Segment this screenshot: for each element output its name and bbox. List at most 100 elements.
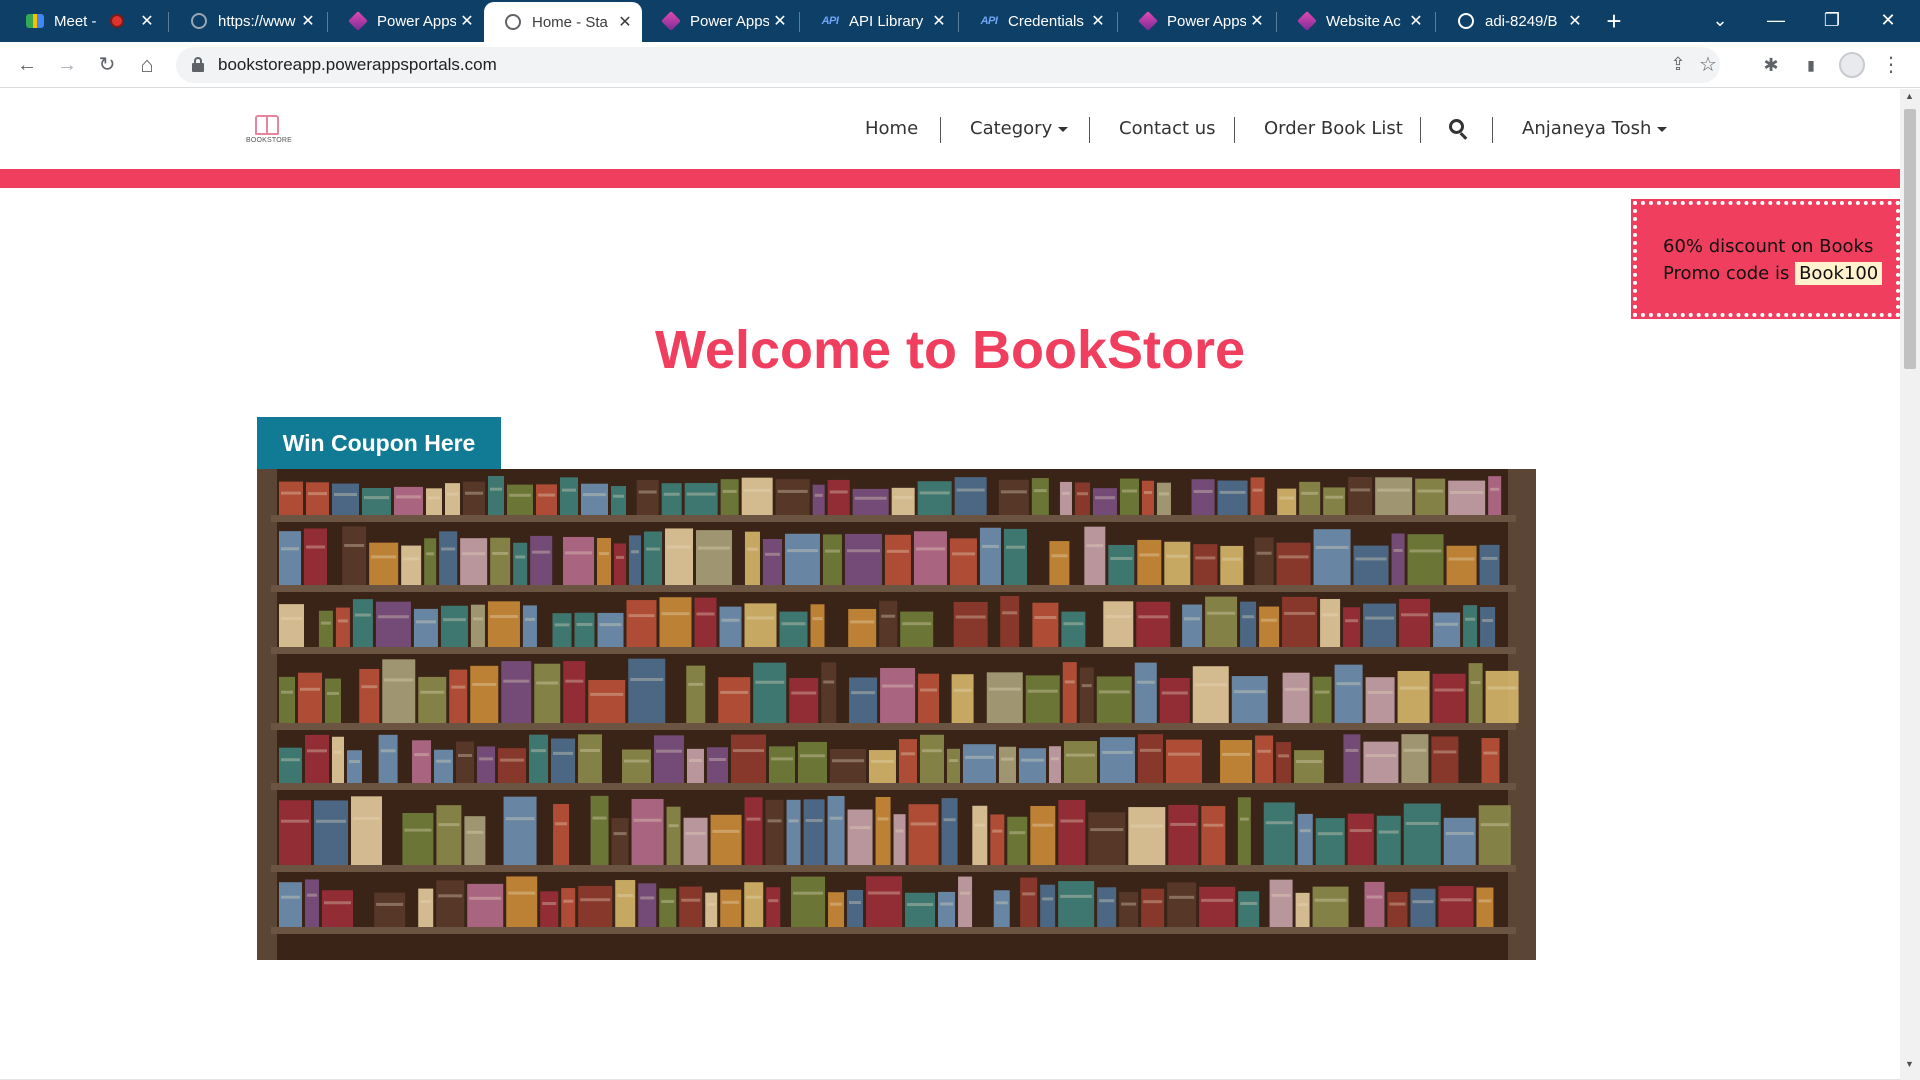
scroll-thumb[interactable] — [1904, 109, 1916, 369]
tab-meet[interactable]: Meet - ✕ — [6, 6, 164, 36]
caret-down-icon — [1058, 126, 1069, 132]
nav-category[interactable]: Category — [970, 113, 1069, 145]
nav-category-label: Category — [970, 118, 1053, 139]
tab-title: Meet - — [54, 12, 97, 30]
tab-separator — [1117, 12, 1118, 32]
close-icon[interactable]: ✕ — [1246, 11, 1268, 31]
page-scrollbar[interactable]: ▲ ▼ — [1900, 89, 1920, 1080]
nav-order-book-list[interactable]: Order Book List — [1264, 113, 1403, 145]
power-apps-icon — [1297, 11, 1317, 31]
close-icon[interactable]: ✕ — [456, 11, 478, 31]
main-nav: Home Category Contact us Order Book List… — [0, 113, 1900, 145]
welcome-heading: Welcome to BookStore — [654, 320, 1246, 380]
github-icon — [1457, 12, 1475, 30]
google-meet-icon — [26, 12, 44, 30]
tab-title: Power Apps — [377, 12, 456, 30]
power-apps-icon — [348, 11, 368, 31]
back-button[interactable]: ← — [12, 50, 42, 80]
tab-separator — [327, 12, 328, 32]
lock-icon[interactable] — [192, 57, 204, 72]
nav-user-menu[interactable]: Anjaneya Tosh — [1522, 113, 1668, 145]
home-button[interactable]: ⌂ — [132, 50, 162, 80]
promo-line-2: Promo code is Book100 — [1663, 260, 1896, 287]
search-icon[interactable] — [1449, 119, 1469, 140]
profile-avatar[interactable] — [1839, 52, 1865, 78]
globe-icon — [504, 13, 522, 31]
scroll-down-arrow-icon[interactable]: ▼ — [1905, 1059, 1914, 1069]
address-bar[interactable]: bookstoreapp.powerappsportals.com ⇪ ☆ — [176, 47, 1720, 83]
side-panel-icon[interactable]: ▮ — [1796, 50, 1826, 80]
tab-title: https://www — [218, 12, 296, 30]
tab-power-apps-1[interactable]: Power Apps ✕ — [329, 6, 484, 36]
promo-code: Book100 — [1795, 262, 1883, 285]
api-icon: API — [980, 15, 998, 27]
tab-title: API Library — [849, 12, 924, 30]
url-text[interactable]: bookstoreapp.powerappsportals.com — [218, 55, 497, 75]
close-icon[interactable]: ✕ — [1087, 11, 1109, 31]
site-header: BOOKSTORE Home Category Contact us Order… — [0, 89, 1900, 169]
close-icon[interactable]: ✕ — [769, 11, 791, 31]
close-icon[interactable]: ✕ — [297, 11, 319, 31]
nav-divider — [940, 117, 941, 143]
promo-label: Promo code is — [1663, 263, 1790, 284]
minimize-button[interactable]: — — [1748, 0, 1804, 40]
bookshelf-illustration — [257, 469, 1536, 960]
header-accent-band — [0, 169, 1900, 188]
nav-divider — [1420, 117, 1421, 143]
tab-power-apps-3[interactable]: Power Apps ✕ — [1119, 6, 1274, 36]
tab-separator — [1435, 12, 1436, 32]
tab-title: Power Apps — [1167, 12, 1246, 30]
window-close-button[interactable]: ✕ — [1860, 0, 1916, 40]
power-apps-icon — [661, 11, 681, 31]
nav-divider — [1492, 117, 1493, 143]
tab-separator — [1276, 12, 1277, 32]
nav-divider — [1089, 117, 1090, 143]
tab-title: Home - Sta — [532, 13, 608, 31]
tab-separator — [799, 12, 800, 32]
tab-search-button[interactable]: ⌄ — [1692, 0, 1748, 40]
new-tab-button[interactable]: + — [1598, 6, 1630, 36]
globe-icon — [190, 12, 208, 30]
tab-github[interactable]: adi-8249/B ✕ — [1437, 6, 1592, 36]
tab-title: Website Ac — [1326, 12, 1401, 30]
tab-api-library[interactable]: API API Library ✕ — [801, 6, 956, 36]
nav-divider — [1234, 117, 1235, 143]
tab-title: Power Apps — [690, 12, 769, 30]
browser-toolbar: ← → ↻ ⌂ bookstoreapp.powerappsportals.co… — [0, 42, 1920, 88]
close-icon[interactable]: ✕ — [136, 11, 158, 31]
extensions-icon[interactable]: ✱ — [1756, 50, 1786, 80]
win-coupon-button[interactable]: Win Coupon Here — [257, 417, 501, 469]
recording-icon — [110, 14, 124, 28]
tab-https[interactable]: https://www ✕ — [170, 6, 325, 36]
tab-title: adi-8249/B — [1485, 12, 1558, 30]
reload-button[interactable]: ↻ — [92, 50, 122, 80]
restore-button[interactable]: ❐ — [1804, 0, 1860, 40]
nav-contact[interactable]: Contact us — [1119, 113, 1216, 145]
forward-button[interactable]: → — [52, 50, 82, 80]
caret-down-icon — [1657, 126, 1668, 132]
close-icon[interactable]: ✕ — [928, 11, 950, 31]
bookmark-star-icon[interactable]: ☆ — [1696, 52, 1720, 77]
user-name: Anjaneya Tosh — [1522, 118, 1652, 139]
tab-separator — [168, 12, 169, 32]
promo-banner: 60% discount on Books Promo code is Book… — [1631, 199, 1900, 319]
promo-line-1: 60% discount on Books — [1663, 236, 1874, 257]
tab-title: Credentials — [1008, 12, 1084, 30]
close-icon[interactable]: ✕ — [1564, 11, 1586, 31]
share-icon[interactable]: ⇪ — [1666, 54, 1690, 75]
browser-menu-icon[interactable]: ⋮ — [1876, 50, 1906, 80]
tab-power-apps-2[interactable]: Power Apps ✕ — [642, 6, 797, 36]
tab-website-access[interactable]: Website Ac ✕ — [1278, 6, 1433, 36]
tab-separator — [958, 12, 959, 32]
bookshelf-image — [257, 469, 1536, 960]
close-icon[interactable]: ✕ — [1405, 11, 1427, 31]
page-viewport: BOOKSTORE Home Category Contact us Order… — [0, 89, 1900, 1080]
api-icon: API — [821, 15, 839, 27]
browser-tab-strip: Meet - ✕ https://www ✕ Power Apps ✕ Home… — [0, 0, 1920, 42]
close-icon[interactable]: ✕ — [614, 12, 636, 32]
tab-home-active[interactable]: Home - Sta ✕ — [484, 2, 642, 42]
tab-credentials[interactable]: API Credentials ✕ — [960, 6, 1115, 36]
scroll-up-arrow-icon[interactable]: ▲ — [1905, 91, 1914, 101]
power-apps-icon — [1138, 11, 1158, 31]
nav-home[interactable]: Home — [865, 113, 918, 145]
